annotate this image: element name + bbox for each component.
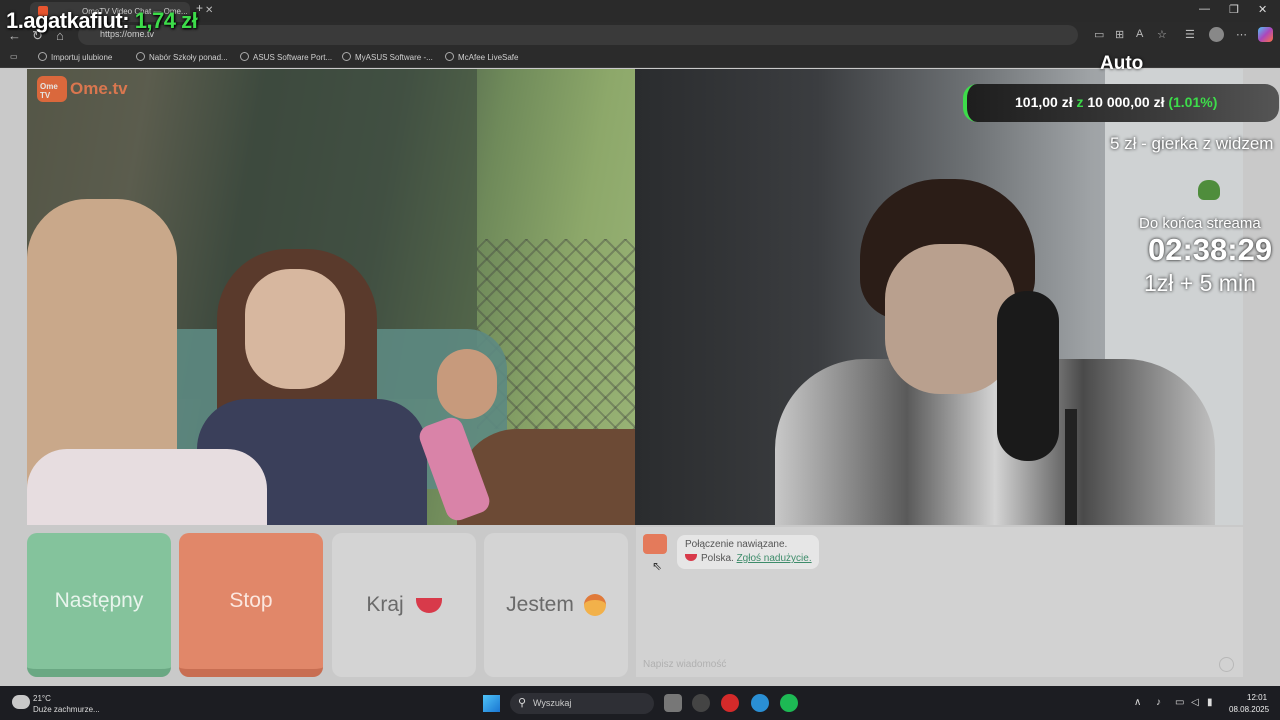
country-button[interactable]: Kraj: [332, 533, 476, 677]
opera-icon[interactable]: [721, 694, 739, 712]
address-bar[interactable]: https://ome.tv: [78, 25, 1078, 45]
bookmarks-bar: ▭ Importuj ulubione Nabór Szkoły ponad..…: [0, 48, 1280, 68]
weather-temperature: 21°C: [33, 694, 51, 703]
globe-icon: [240, 52, 249, 61]
folder-icon: [38, 52, 47, 61]
mode-overlay: Auto: [1100, 53, 1144, 74]
gender-button[interactable]: Jestem: [484, 533, 628, 677]
stream-end-label: Do końca streama: [1139, 215, 1261, 232]
country-message: Polska. Zgłoś nadużycie.: [685, 553, 812, 564]
weather-cloud-icon[interactable]: [12, 695, 30, 709]
bookmark-asus-portal[interactable]: ASUS Software Port...: [240, 52, 332, 62]
spotify-icon[interactable]: [780, 694, 798, 712]
maximize-icon[interactable]: ❐: [1229, 3, 1239, 16]
task-view-icon[interactable]: [664, 694, 682, 712]
time-extension-rate: 1zł + 5 min: [1144, 270, 1256, 296]
favorite-star-icon[interactable]: ☆: [1157, 28, 1167, 41]
ometv-system-avatar-icon: [643, 534, 667, 554]
poland-flag-icon: [415, 597, 442, 613]
edge-icon[interactable]: [751, 694, 769, 712]
bookmark-myasus[interactable]: MyASUS Software -...: [342, 52, 433, 62]
copilot-icon[interactable]: [1258, 27, 1273, 42]
windows-start-icon[interactable]: [483, 695, 500, 712]
taskbar-search-placeholder: Wyszukaj: [533, 698, 572, 708]
tab-close-icon[interactable]: ✕: [205, 5, 213, 16]
game-offer-overlay: 5 zł - gierka z widzem: [1110, 134, 1274, 153]
donation-goal-bar: 101,00 zł z 10 000,00 zł (1.01%): [963, 84, 1279, 122]
more-menu-icon[interactable]: ⋯: [1236, 28, 1247, 41]
screen: OmeTV Video Chat — Ome... ✕ + — ❐ ✕ ← ↻ …: [0, 0, 1280, 720]
taskbar-date[interactable]: 08.08.2025: [1229, 705, 1269, 714]
read-aloud-icon[interactable]: A: [1136, 28, 1143, 40]
report-abuse-link[interactable]: Zgłoś nadużycie.: [737, 553, 812, 564]
ometv-tv-icon: Ome TV: [37, 76, 67, 102]
collections-icon[interactable]: ☰: [1185, 28, 1195, 41]
tray-chevron-icon[interactable]: ∧: [1134, 697, 1141, 708]
profile-avatar[interactable]: [1209, 27, 1224, 42]
cast-icon[interactable]: ▭: [1094, 28, 1104, 41]
network-icon[interactable]: ▭: [1175, 697, 1184, 708]
top-donor-overlay: 1.agatkafiut: 1,74 zł: [6, 8, 198, 33]
bookmark-import[interactable]: Importuj ulubione: [38, 52, 112, 62]
mouse-cursor-icon: ⇖: [652, 559, 663, 573]
ometv-logo[interactable]: Ome TV Ome.tv: [37, 76, 131, 104]
bookmark-mcafee[interactable]: McAfee LiveSafe: [445, 52, 518, 62]
connection-message: Połączenie nawiązane.: [685, 539, 788, 550]
poland-flag-icon: [685, 554, 697, 561]
ometv-logo-text: Ome.tv: [70, 79, 128, 98]
boy-emoji-icon: [583, 594, 606, 616]
app-icon[interactable]: [692, 694, 710, 712]
weather-description: Duże zachmurze...: [33, 705, 100, 714]
apps-icon[interactable]: ⊞: [1115, 28, 1124, 41]
bookmarks-menu-icon[interactable]: ▭: [10, 52, 18, 61]
search-icon: ⚲: [518, 697, 527, 709]
chat-message-input[interactable]: Napisz wiadomość: [643, 659, 726, 670]
microphone-icon: [997, 291, 1059, 461]
frog-emote-icon: [1198, 180, 1220, 200]
globe-icon: [342, 52, 351, 61]
taskbar-time[interactable]: 12:01: [1247, 693, 1267, 702]
stream-timer: 02:38:29: [1148, 232, 1273, 267]
page-icon: [136, 52, 145, 61]
system-message: Połączenie nawiązane. Polska. Zgłoś nadu…: [677, 535, 819, 569]
stop-button[interactable]: Stop: [179, 533, 323, 677]
emoji-picker-icon[interactable]: [1219, 657, 1234, 672]
microphone-tray-icon[interactable]: ♪: [1156, 697, 1161, 708]
battery-icon[interactable]: ▮: [1207, 697, 1213, 708]
stranger-video: [27, 69, 635, 525]
donation-goal-text: 101,00 zł z 10 000,00 zł (1.01%): [1015, 94, 1218, 110]
bookmark-nabor[interactable]: Nabór Szkoły ponad...: [136, 52, 228, 62]
volume-icon[interactable]: ◁: [1191, 697, 1199, 708]
globe-icon: [445, 52, 454, 61]
taskbar-search[interactable]: ⚲ Wyszukaj: [510, 693, 654, 714]
windows-taskbar: 21°C Duże zachmurze... ⚲ Wyszukaj ∧ ♪ ▭ …: [0, 686, 1280, 720]
minimize-icon[interactable]: —: [1199, 3, 1210, 15]
next-button[interactable]: Następny: [27, 533, 171, 677]
window-close-icon[interactable]: ✕: [1258, 3, 1267, 16]
